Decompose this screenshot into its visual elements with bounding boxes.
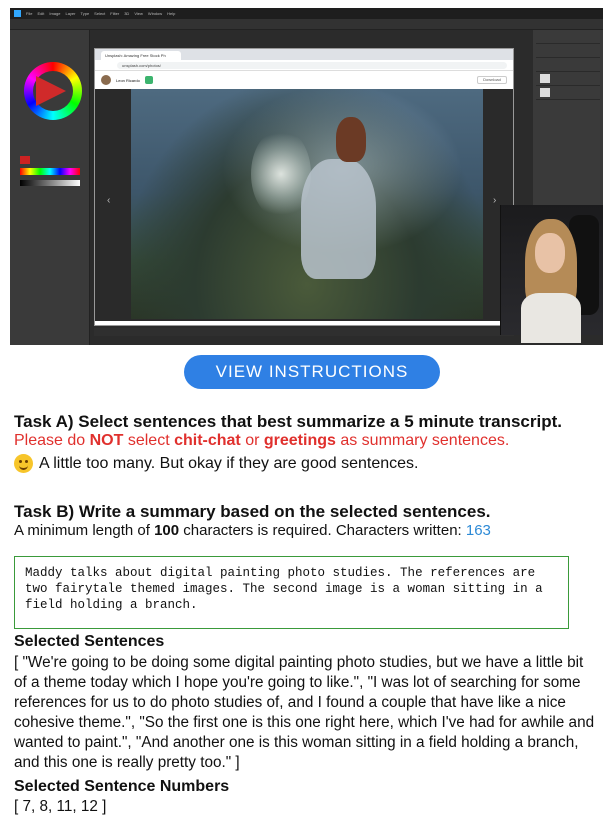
selected-numbers-text: [ 7, 8, 11, 12 ] [14,798,107,815]
task-a-feedback: A little too many. But okay if they are … [14,454,418,473]
warning-text: as summary sentences. [335,432,510,449]
photoshop-logo-icon [14,10,21,17]
photoshop-options-bar [10,19,603,30]
warning-text: select [123,432,175,449]
selected-numbers-heading: Selected Sentence Numbers [14,778,230,795]
ps-menu-item: Filter [110,11,120,16]
feedback-text: A little too many. But okay if they are … [39,454,419,472]
warning-chitchat: chit-chat [174,432,241,449]
photographer-avatar [101,75,111,85]
min-characters: 100 [154,522,180,539]
color-triangle [36,76,66,106]
value-slider [20,180,80,186]
selected-sentences-text: [ "We're going to be doing some digital … [14,654,595,771]
task-a-title: Task A) Select sentences that best summa… [14,412,562,431]
woman-hair [336,117,366,162]
presenter-body [521,293,581,343]
warning-text: or [240,432,264,449]
ps-menu-item: Type [80,11,90,16]
ps-menu-item: Help [167,11,176,16]
ps-menu-item: View [134,11,143,16]
add-collection-icon [144,76,153,84]
photographer-name: Leon Ricardo [116,77,140,83]
presenter-face [535,233,565,273]
smiley-face-icon [14,454,33,473]
layers-panel [533,30,603,220]
reference-photo [131,89,483,319]
ps-menu-item: File [26,11,33,16]
photoshop-status-bar [94,328,514,336]
ps-menu-item: Select [94,11,106,16]
warning-not: NOT [89,432,124,449]
photo-viewer: ‹ › [95,89,513,321]
video-frame[interactable]: File Edit Image Layer Type Select Filter… [10,8,603,345]
ps-menu-item: 3D [124,11,130,16]
ps-menu-item: Edit [37,11,45,16]
webcam-overlay [500,205,603,343]
layer-thumbnail [540,88,550,97]
task-a-warning: Please do NOT select chit-chat or greeti… [14,432,509,450]
color-swatch [20,156,30,164]
warning-text: Please do [14,432,90,449]
download-button: Download [477,76,507,84]
chevron-left-icon: ‹ [107,195,111,206]
ps-menu-item: Window [147,11,163,16]
browser-url: unsplash.com/photos/ [117,61,507,69]
task-b-requirement: A minimum length of 100 characters is re… [14,522,491,539]
requirement-text: A minimum length of [14,522,155,539]
layer-thumbnail [540,74,550,83]
view-instructions-button[interactable]: VIEW INSTRUCTIONS [184,355,440,389]
photoshop-menubar: File Edit Image Layer Type Select Filter… [10,8,603,19]
browser-window: Unsplash: Amazing Free Stock Ph unsplash… [94,48,514,326]
hue-slider [20,168,80,175]
ps-menu-item: Image [49,11,61,16]
task-b-title: Task B) Write a summary based on the sel… [14,502,491,521]
selected-sentences-heading: Selected Sentences [14,633,165,650]
woman-figure [301,159,376,279]
browser-tab: Unsplash: Amazing Free Stock Ph [101,51,181,60]
ps-menu-item: Layer [65,11,76,16]
browser-tabstrip: Unsplash: Amazing Free Stock Ph [95,49,513,60]
color-panel [10,30,90,345]
browser-address-bar: unsplash.com/photos/ [95,60,513,71]
warning-greetings: greetings [263,432,336,449]
chevron-right-icon: › [493,195,497,206]
summary-textarea[interactable]: Maddy talks about digital painting photo… [14,556,569,629]
unsplash-header: Leon Ricardo Download [95,71,513,89]
requirement-text: characters is required. Characters writt… [179,522,466,539]
character-count: 163 [465,522,491,539]
